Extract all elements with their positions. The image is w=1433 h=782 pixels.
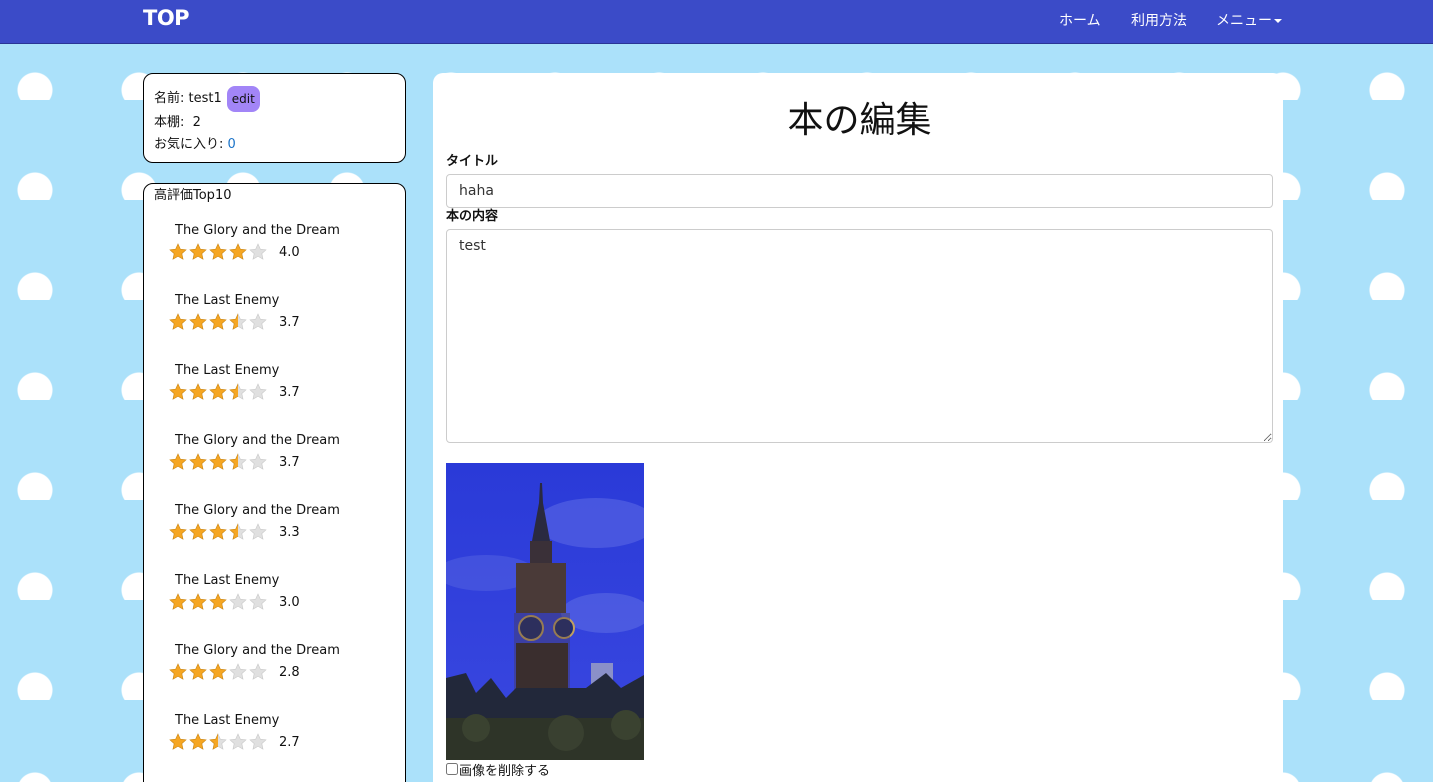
star-icon bbox=[189, 383, 209, 401]
star-rating: 4.0 bbox=[169, 242, 395, 262]
star-icon bbox=[189, 523, 209, 541]
page-title: 本の編集 bbox=[787, 100, 932, 141]
star-icon bbox=[249, 523, 269, 541]
book-title[interactable]: The Glory and the Dream bbox=[175, 222, 395, 240]
rating-value: 3.7 bbox=[279, 454, 300, 470]
star-icon bbox=[229, 523, 249, 541]
caret-down-icon bbox=[1274, 19, 1282, 23]
star-icon bbox=[249, 733, 269, 751]
top-rated-item[interactable]: The Glory and the Dream 4.0 bbox=[154, 206, 395, 276]
favorites-label: お気に入り: bbox=[154, 137, 228, 152]
rating-value: 3.0 bbox=[279, 594, 300, 610]
nav-menu-dropdown[interactable]: メニュー bbox=[1216, 10, 1282, 30]
star-icon bbox=[249, 243, 269, 261]
star-icon bbox=[169, 663, 189, 681]
delete-image-row[interactable]: 画像を削除する bbox=[446, 760, 1273, 779]
top-rated-item[interactable]: The Last Enemy 3.7 bbox=[154, 346, 395, 416]
star-icon bbox=[169, 523, 189, 541]
star-icon bbox=[169, 313, 189, 331]
book-title[interactable]: The Glory and the Dream bbox=[175, 502, 395, 520]
star-icon bbox=[209, 663, 229, 681]
content-label: 本の内容 bbox=[446, 209, 499, 224]
top-rated-list: The Glory and the Dream 4.0 The Last Enemy… bbox=[154, 206, 395, 766]
star-icon bbox=[169, 243, 189, 261]
star-icon bbox=[169, 733, 189, 751]
nav-menu-label: メニュー bbox=[1216, 13, 1272, 29]
top-rated-panel: 高評価Top10 The Glory and the Dream 4.0 The L… bbox=[143, 183, 406, 782]
star-icon bbox=[209, 313, 229, 331]
top-rated-title: 高評価Top10 bbox=[154, 188, 232, 203]
top-rated-item[interactable]: The Last Enemy 3.0 bbox=[154, 556, 395, 626]
star-icon bbox=[209, 733, 229, 751]
bookshelf-count: 本棚: 2 bbox=[154, 115, 201, 130]
rating-value: 3.3 bbox=[279, 524, 300, 540]
star-rating: 3.7 bbox=[169, 382, 395, 402]
star-rating: 3.7 bbox=[169, 452, 395, 472]
nav-home-link[interactable]: ホーム bbox=[1059, 10, 1101, 30]
star-icon bbox=[229, 313, 249, 331]
star-rating: 3.0 bbox=[169, 592, 395, 612]
star-icon bbox=[229, 243, 249, 261]
star-icon bbox=[169, 593, 189, 611]
star-icon bbox=[229, 453, 249, 471]
book-cover-image bbox=[446, 463, 644, 760]
star-icon bbox=[209, 243, 229, 261]
star-icon bbox=[249, 593, 269, 611]
profile-name: 名前: test1 bbox=[154, 91, 222, 106]
star-icon bbox=[249, 313, 269, 331]
top-rated-item[interactable]: The Glory and the Dream 3.3 bbox=[154, 486, 395, 556]
star-icon bbox=[189, 663, 209, 681]
book-title[interactable]: The Last Enemy bbox=[175, 292, 395, 310]
delete-image-label: 画像を削除する bbox=[459, 763, 551, 779]
star-icon bbox=[209, 383, 229, 401]
rating-value: 4.0 bbox=[279, 244, 300, 260]
star-icon bbox=[229, 383, 249, 401]
content-textarea[interactable]: test bbox=[446, 229, 1273, 443]
edit-profile-button[interactable]: edit bbox=[226, 86, 260, 112]
book-title[interactable]: The Glory and the Dream bbox=[175, 642, 395, 660]
star-rating: 2.7 bbox=[169, 732, 395, 752]
top-navbar: TOP ホーム 利用方法 メニュー bbox=[0, 0, 1433, 44]
star-icon bbox=[249, 663, 269, 681]
brand-logo-link[interactable]: TOP bbox=[143, 6, 190, 30]
star-icon bbox=[169, 383, 189, 401]
star-icon bbox=[169, 453, 189, 471]
star-rating: 2.8 bbox=[169, 662, 395, 682]
nav-usage-link[interactable]: 利用方法 bbox=[1131, 10, 1187, 30]
star-icon bbox=[189, 313, 209, 331]
book-title[interactable]: The Glory and the Dream bbox=[175, 432, 395, 450]
star-icon bbox=[209, 593, 229, 611]
favorites-row: お気に入り: 0 bbox=[154, 134, 395, 156]
rating-value: 3.7 bbox=[279, 314, 300, 330]
star-icon bbox=[189, 593, 209, 611]
profile-card: 名前: test1 edit 本棚: 2 お気に入り: 0 bbox=[143, 73, 406, 163]
book-title[interactable]: The Last Enemy bbox=[175, 362, 395, 380]
favorites-count-link[interactable]: 0 bbox=[228, 137, 236, 152]
delete-image-checkbox[interactable] bbox=[446, 763, 458, 775]
top-rated-item[interactable]: The Glory and the Dream 3.7 bbox=[154, 416, 395, 486]
title-label: タイトル bbox=[446, 154, 499, 169]
book-title[interactable]: The Last Enemy bbox=[175, 712, 395, 730]
star-icon bbox=[229, 663, 249, 681]
title-input[interactable] bbox=[446, 174, 1273, 208]
top-rated-item[interactable]: The Last Enemy 3.7 bbox=[154, 276, 395, 346]
star-icon bbox=[249, 453, 269, 471]
rating-value: 2.8 bbox=[279, 664, 300, 680]
star-icon bbox=[249, 383, 269, 401]
edit-book-panel: 本の編集 タイトル 本の内容 test 画像を削除する bbox=[433, 73, 1283, 782]
star-icon bbox=[189, 243, 209, 261]
star-rating: 3.7 bbox=[169, 312, 395, 332]
rating-value: 2.7 bbox=[279, 734, 300, 750]
star-icon bbox=[209, 453, 229, 471]
star-rating: 3.3 bbox=[169, 522, 395, 542]
top-rated-item[interactable]: The Glory and the Dream 2.8 bbox=[154, 626, 395, 696]
book-title[interactable]: The Last Enemy bbox=[175, 572, 395, 590]
star-icon bbox=[229, 593, 249, 611]
star-icon bbox=[209, 523, 229, 541]
top-rated-item[interactable]: The Last Enemy 2.7 bbox=[154, 696, 395, 766]
rating-value: 3.7 bbox=[279, 384, 300, 400]
star-icon bbox=[189, 733, 209, 751]
star-icon bbox=[229, 733, 249, 751]
star-icon bbox=[189, 453, 209, 471]
